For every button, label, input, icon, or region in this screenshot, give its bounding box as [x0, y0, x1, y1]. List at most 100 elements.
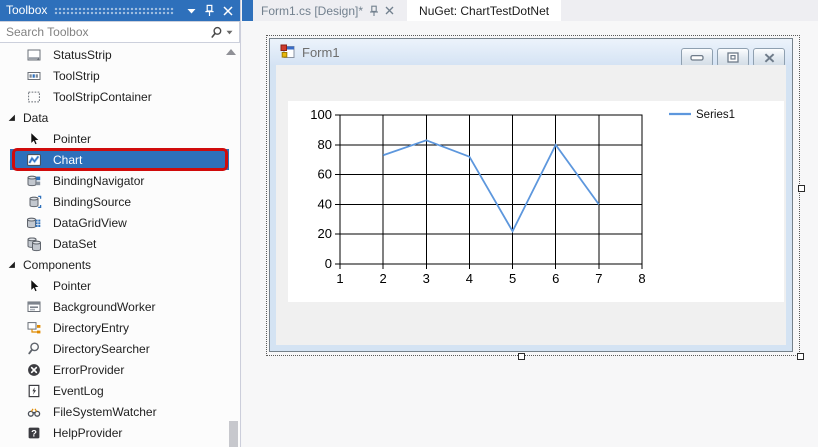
search-options-chevron-icon[interactable]: [226, 30, 233, 35]
toolbox-drag-grip[interactable]: [54, 6, 174, 15]
toolbox-item-pointer[interactable]: Pointer: [0, 128, 239, 149]
pointer-icon: [26, 131, 42, 147]
x-tick-label: 6: [552, 271, 559, 286]
tab-nuget-charttestdotnet[interactable]: NuGet: ChartTestDotNet: [407, 0, 562, 21]
bindingsource-icon: [26, 194, 42, 210]
toolbox-item-list: StatusStrip ToolStrip ToolStripContainer…: [0, 44, 239, 447]
tab-label: Form1.cs [Design]*: [261, 3, 364, 18]
toolbox-item-imagelist[interactable]: ImageList: [0, 443, 239, 447]
x-tick-label: 2: [380, 271, 387, 286]
x-tick-label: 8: [638, 271, 645, 286]
toolbox-item-label: BackgroundWorker: [53, 299, 156, 314]
tab-bar-accent: [242, 0, 253, 21]
directoryentry-icon: [26, 320, 42, 336]
filesystemwatcher-icon: [26, 404, 42, 420]
toolbox-item-pointer[interactable]: Pointer: [0, 275, 239, 296]
chart-icon: [26, 152, 42, 168]
toolbox-item-label: DirectoryEntry: [53, 320, 130, 335]
close-icon[interactable]: [220, 3, 235, 18]
bindingnavigator-icon: [26, 173, 42, 189]
plot-border: [339, 114, 643, 265]
toolbox-item-label: Components: [23, 257, 92, 272]
toolbox-item-label: StatusStrip: [53, 47, 112, 62]
toolbox-item-bindingsource[interactable]: BindingSource: [0, 191, 239, 212]
toolbox-item-chart[interactable]: Chart: [0, 148, 239, 171]
toolbox-item-toolstripcontainer[interactable]: ToolStripContainer: [0, 86, 239, 107]
toolbox-item-label: Pointer: [53, 278, 92, 293]
toolbox-search-box[interactable]: [0, 21, 240, 43]
search-input[interactable]: [0, 25, 210, 39]
x-tick-label: 1: [336, 271, 343, 286]
y-tick-label: 0: [325, 256, 332, 271]
x-tick-label: 4: [466, 271, 473, 286]
toolbox-item-errorprovider[interactable]: ErrorProvider: [0, 359, 239, 380]
legend-label: Series1: [696, 109, 735, 121]
chart-ticks: [335, 114, 643, 269]
form-icon: [280, 44, 295, 58]
toolbox-item-label: DataSet: [53, 236, 97, 251]
y-tick-label: 60: [318, 167, 332, 182]
toolbox-item-toolstrip[interactable]: ToolStrip: [0, 65, 239, 86]
toolbox-item-datagridview[interactable]: DataGridView: [0, 212, 239, 233]
close-icon[interactable]: [385, 6, 394, 15]
x-tick-label: 3: [423, 271, 430, 286]
toolbox-panel: Toolbox Search Toolbox StatusStrip ToolS…: [0, 0, 241, 447]
toolbox-item-backgroundworker[interactable]: BackgroundWorker: [0, 296, 239, 317]
minimize-icon: [690, 54, 704, 61]
form-titlebar[interactable]: Form1: [270, 39, 792, 67]
backgroundworker-icon: [26, 299, 42, 315]
resize-handle-bottom-right[interactable]: [797, 353, 804, 360]
toolbox-item-filesystemwatcher[interactable]: FileSystemWatcher: [0, 401, 239, 422]
form-client-area: 1 2 3 4 5 6 7 8 0 20 40 60 80 100 Series1: [276, 65, 786, 345]
toolstrip-icon: [26, 68, 42, 84]
toolbox-item-bindingnavigator[interactable]: BindingNavigator: [0, 170, 239, 191]
chart-grid: [339, 114, 643, 265]
toolbox-item-label: Chart: [53, 152, 83, 167]
pointer-icon: [26, 278, 42, 294]
toolbox-item-label: DirectorySearcher: [53, 341, 150, 356]
helpprovider-icon: [26, 425, 42, 441]
resize-handle-bottom[interactable]: [518, 353, 525, 360]
x-tick-label: 5: [509, 271, 516, 286]
window-position-chevron-icon[interactable]: [184, 3, 199, 18]
dataset-icon: [26, 236, 42, 252]
form1-design-window[interactable]: Form1 1 2 3 4 5 6 7 8 0 20 40 60 80 100 …: [269, 38, 793, 352]
form-title: Form1: [302, 44, 340, 60]
y-tick-label: 80: [318, 137, 332, 152]
tab-form1-design[interactable]: Form1.cs [Design]*: [253, 0, 407, 21]
toolstripcontainer-icon: [26, 89, 42, 105]
resize-handle-right[interactable]: [798, 185, 805, 192]
toolbox-title: Toolbox: [6, 3, 48, 17]
pin-icon[interactable]: [369, 5, 379, 17]
red-annotation-box: [12, 148, 228, 171]
chart-legend: Series1: [669, 109, 735, 121]
toolbox-item-label: BindingNavigator: [53, 173, 145, 188]
statusstrip-icon: [26, 47, 42, 63]
toolbox-item-label: Pointer: [53, 131, 92, 146]
toolbox-item-directoryentry[interactable]: DirectoryEntry: [0, 317, 239, 338]
datagridview-icon: [26, 215, 42, 231]
toolbox-item-directorysearcher[interactable]: DirectorySearcher: [0, 338, 239, 359]
toolbox-header[interactable]: Toolbox: [0, 0, 240, 21]
toolbox-item-label: DataGridView: [53, 215, 127, 230]
chart-svg: 1 2 3 4 5 6 7 8020406080100 Series1: [310, 107, 735, 286]
chart-control[interactable]: 1 2 3 4 5 6 7 8 0 20 40 60 80 100 Series1: [288, 101, 784, 302]
toolbox-item-label: ToolStrip: [53, 68, 100, 83]
toolbox-scrollbar-thumb[interactable]: [229, 421, 238, 447]
toolbox-item-label: BindingSource: [53, 194, 132, 209]
toolbox-section-components[interactable]: Components: [0, 254, 239, 275]
search-icon[interactable]: [210, 26, 223, 39]
toolbox-item-eventlog[interactable]: EventLog: [0, 380, 239, 401]
toolbox-section-data[interactable]: Data: [0, 107, 239, 128]
toolbox-item-dataset[interactable]: DataSet: [0, 233, 239, 254]
close-icon: [764, 52, 774, 63]
document-tab-bar: Form1.cs [Design]* NuGet: ChartTestDotNe…: [242, 0, 818, 21]
chart-axis-labels: 1 2 3 4 5 6 7 8020406080100: [310, 107, 645, 286]
pin-icon[interactable]: [202, 3, 217, 18]
toolbox-scroll-up-arrow[interactable]: [226, 49, 236, 55]
toolbox-item-label: ErrorProvider: [53, 362, 125, 377]
toolbox-item-statusstrip[interactable]: StatusStrip: [0, 44, 239, 65]
toolbox-item-helpprovider[interactable]: HelpProvider: [0, 422, 239, 443]
toolbox-item-label: ToolStripContainer: [53, 89, 152, 104]
toolbox-item-label: EventLog: [53, 383, 104, 398]
